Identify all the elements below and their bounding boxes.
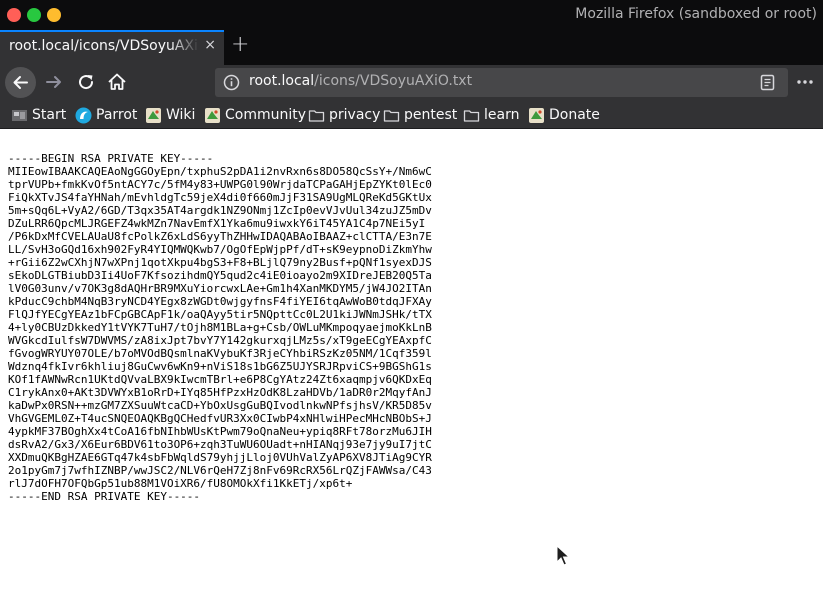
home-icon[interactable] [105, 70, 129, 94]
text-line: dsRvA2/Gx3/X6Eur6BDV61to3OP6+zqh3TuWU6OU… [8, 438, 432, 451]
bookmark-parrot[interactable]: Parrot [75, 105, 137, 125]
text-line: 2o1pyGm7j7wfhIZNBP/wwJSC2/NLV6rQeH7Zj8nF… [8, 464, 432, 477]
text-line: 5m+sQq6L+VyA2/6GD/T3qx35AT4argdk1NZ9ONmj… [8, 204, 432, 217]
bookmark-label: Parrot [96, 107, 138, 123]
back-button[interactable] [5, 67, 36, 98]
close-window-button[interactable] [7, 8, 21, 22]
text-line: XXDmuQKBgHZAE6GTq47k4sbFbWqldS79yhjjLloj… [8, 451, 432, 464]
tab-close-icon[interactable]: × [204, 37, 216, 53]
text-line: rlJ7dOFH7OFQbGp51ub88M1VOiXR6/fU8OMOkXfi… [8, 477, 353, 490]
folder-icon [383, 109, 400, 122]
text-line: kaDwPx0RSN++mzGM7ZXSuuWtcaCD+YbOxUsgGuBQ… [8, 399, 432, 412]
bookmark-folder-pentest[interactable]: pentest [383, 105, 457, 125]
bookmark-label: Community [225, 107, 307, 123]
window-title: Mozilla Firefox (sandboxed or root) [575, 6, 817, 22]
text-line: DZuLRR6QpcMLJRGEFZ4wkMZn7NavEmfX1Yka6mu9… [8, 217, 426, 230]
page-actions-menu-icon[interactable] [793, 70, 817, 94]
text-line: sEkoDLGTBiubD3Ii4UoF7KfsozihdmQY5qud2c4i… [8, 269, 432, 282]
text-line: VhGVGEML0Z+T4ucSNQEOAQKBgQCHedfvUR3Xx0CI… [8, 412, 432, 425]
parrot-logo-icon [75, 107, 92, 123]
maximize-window-button[interactable] [47, 8, 61, 22]
text-line: MIIEowIBAAKCAQEAoNgGGOyEpn/txphuS2pDA1i2… [8, 165, 432, 178]
text-line: -----BEGIN RSA PRIVATE KEY----- [8, 152, 214, 165]
url-host: root.local [249, 73, 315, 89]
start-page-icon [12, 109, 27, 121]
bookmark-label: Wiki [166, 107, 196, 123]
mouse-pointer-icon [556, 545, 570, 566]
title-bar: Mozilla Firefox (sandboxed or root) root… [0, 0, 823, 65]
text-line: +rGii6Z2wCXhjN7wXPnj1qotXkpu4bgS3+F8+BLj… [8, 256, 432, 269]
bookmark-label: learn [484, 107, 520, 123]
donate-icon [529, 107, 544, 123]
text-line: fGvogWRYUY07OLE/b7oMVOdBQsmlnaKVybuKf3Rj… [8, 347, 432, 360]
community-icon [205, 107, 220, 123]
new-tab-button[interactable]: + [231, 32, 249, 58]
text-line: lV0G03unv/v7OK3g8dAQHrBR9MXuYiorcwxLAe+G… [8, 282, 432, 295]
bookmark-start[interactable]: Start [11, 105, 66, 125]
url-path: /icons/VDSoyuAXiO.txt [314, 73, 473, 89]
folder-icon [463, 109, 480, 122]
text-line: Wdznq4fkIvr6khliuj8GuCwv6wKn9+nViS18s1bG… [8, 360, 432, 373]
text-line: FiQkXTvJS4faYHNah/mEvhldgTc59jeX4di0f660… [8, 191, 432, 204]
arrow-right-icon[interactable] [42, 70, 66, 94]
bookmark-label: Start [32, 107, 67, 123]
tab-title: root.local/icons/VDSoyuAXiO.txt [9, 38, 199, 54]
folder-icon [308, 109, 325, 122]
url-text[interactable]: root.local/icons/VDSoyuAXiO.txt [249, 73, 472, 89]
text-line: /P6kDxMfCVELAUaU8fcPolkZ6xLdS6yyThZHHwID… [8, 230, 432, 243]
reader-view-icon[interactable] [759, 74, 776, 91]
text-line: FlQJfYECgYEAz1bFCpGBCApF1k/oaQAyy5tir5NQ… [8, 308, 432, 321]
tab-active[interactable]: root.local/icons/VDSoyuAXiO.txt × [0, 30, 224, 65]
text-line: C1rykAnx0+AKt3DVWYxB1oRrD+IYq85HfPzxHzOd… [8, 386, 432, 399]
text-line: -----END RSA PRIVATE KEY----- [8, 490, 201, 503]
text-line: 4+ly0CBUzDkkedY1tVYK7TuH7/tOjh8M1BLa+g+C… [8, 321, 432, 334]
bookmark-label: privacy [329, 107, 381, 123]
text-line: LL/SvH3oGQd16xh902FyR4YIQMWQKwb7/OgOfEpW… [8, 243, 432, 256]
wiki-icon [146, 107, 161, 123]
rsa-private-key-text: -----BEGIN RSA PRIVATE KEY----- MIIEowIB… [8, 152, 432, 503]
bookmark-community[interactable]: Community [204, 105, 306, 125]
text-line: KOf1fAWNwRcn1UKtdQVvaLBX9kIwcmTBrl+e6P8C… [8, 373, 432, 386]
text-line: 4ypkMF37BOghXx4tCoA16fbNIhbWUsKtPwm79oQn… [8, 425, 432, 438]
bookmark-folder-learn[interactable]: learn [463, 105, 519, 125]
bookmark-wiki[interactable]: Wiki [145, 105, 195, 125]
minimize-window-button[interactable] [27, 8, 41, 22]
text-line: tprVUPb+fmkKvOf5ntACY7c/5fM4y83+UWPG0l90… [8, 178, 432, 191]
bookmark-folder-privacy[interactable]: privacy [308, 105, 380, 125]
info-icon[interactable] [223, 74, 240, 91]
url-bar[interactable]: root.local/icons/VDSoyuAXiO.txt [215, 68, 788, 97]
bookmark-label: pentest [404, 107, 458, 123]
bookmark-label: Donate [549, 107, 600, 123]
reload-icon[interactable] [74, 70, 98, 94]
bookmarks-toolbar: Start Parrot Wiki Community privacy pent… [0, 100, 823, 129]
text-line: WVGkcdIulfsW7DWVMS/zA8ixJpt7bvY7Y142gkur… [8, 334, 432, 347]
arrow-left-icon [13, 76, 28, 89]
navigation-bar: root.local/icons/VDSoyuAXiO.txt [0, 65, 823, 100]
text-line: kPducC9chbM4NqB3ryNCD4YEgx8zWGDt0wjgyfns… [8, 295, 432, 308]
bookmark-donate[interactable]: Donate [528, 105, 600, 125]
page-content: -----BEGIN RSA PRIVATE KEY----- MIIEowIB… [0, 130, 823, 597]
